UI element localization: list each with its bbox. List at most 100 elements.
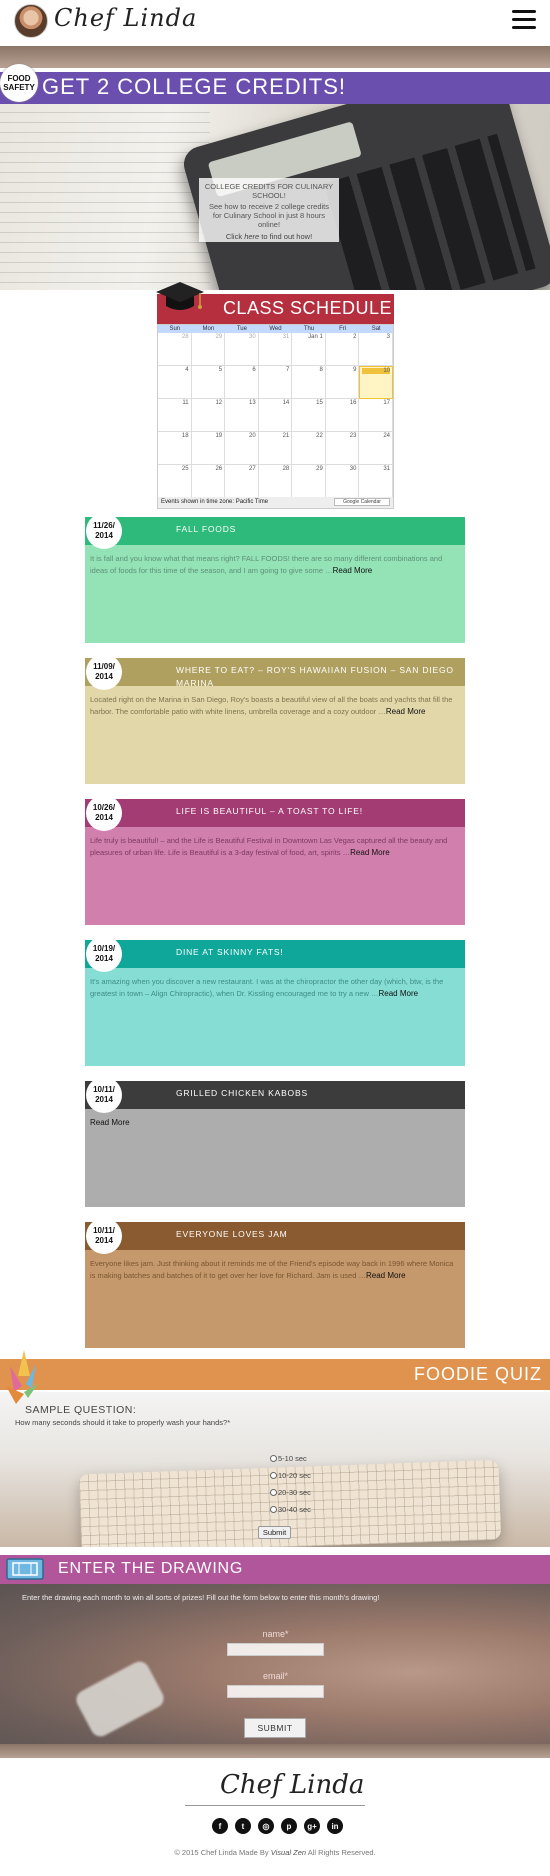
calendar-cell[interactable]: 25 [158, 465, 192, 498]
calendar-cell[interactable]: 14 [258, 399, 293, 432]
calendar-cell[interactable]: 16 [325, 399, 360, 432]
calendar-date: 5 [218, 367, 223, 373]
post-date-badge: 11/26/2014 [86, 513, 122, 549]
post-title-bar: DINE AT SKINNY FATS! [85, 940, 465, 968]
hamburger-menu-icon[interactable] [512, 10, 536, 30]
calendar-cell[interactable]: 10 [359, 366, 393, 399]
post-title[interactable]: DINE AT SKINNY FATS! [176, 946, 456, 959]
quiz-option[interactable]: 30-40 sec [270, 1501, 311, 1518]
linkedin-icon[interactable]: in [327, 1818, 343, 1834]
calendar-cell[interactable]: 30 [325, 465, 360, 498]
post-date-line-1: 11/09/ [93, 662, 115, 671]
quiz-submit-button[interactable]: Submit [258, 1526, 291, 1539]
calendar-cell[interactable]: 21 [258, 432, 293, 465]
read-more-link[interactable]: Read More [333, 566, 373, 575]
calendar-date: 9 [353, 367, 357, 373]
instagram-icon[interactable]: ◎ [258, 1818, 274, 1834]
calendar-cell[interactable]: 17 [359, 399, 393, 432]
calendar-cell[interactable]: 4 [158, 366, 192, 399]
site-logo[interactable]: Chef Linda [54, 4, 197, 32]
post-excerpt: Life truly is beautiful! – and the Life … [90, 836, 448, 857]
calendar-cell[interactable]: 8 [292, 366, 326, 399]
name-field[interactable] [227, 1643, 324, 1656]
drawing-title: ENTER THE DRAWING [58, 1560, 244, 1577]
calendar-cell[interactable]: 31 [359, 465, 393, 498]
calendar-cell[interactable]: 15 [292, 399, 326, 432]
calendar-cell[interactable]: 28 [158, 333, 192, 366]
calendar-cell[interactable]: 9 [325, 366, 360, 399]
schedule-calendar[interactable]: Sun Mon Tue Wed Thu Fri Sat 28 29 30 31 Jan 123456… [157, 324, 394, 509]
read-more-link[interactable]: Read More [350, 848, 390, 857]
radio-button[interactable] [270, 1455, 277, 1462]
twitter-icon[interactable]: t [235, 1818, 251, 1834]
post-date-badge: 10/11/2014 [86, 1077, 122, 1113]
calendar-cell[interactable]: 3 [359, 333, 393, 366]
ticket-icon [6, 1558, 44, 1580]
calendar-cell[interactable]: 13 [225, 399, 259, 432]
google-plus-icon[interactable]: g+ [304, 1818, 320, 1834]
post-title[interactable]: EVERYONE LOVES JAM [176, 1228, 456, 1241]
calendar-date: 26 [215, 466, 223, 472]
calendar-cell[interactable]: 19 [191, 432, 226, 465]
post-date-line-1: 11/26/ [93, 521, 115, 530]
calendar-cell[interactable]: 23 [325, 432, 360, 465]
post-date-line-2: 2014 [95, 1236, 113, 1245]
calendar-cell[interactable]: 6 [225, 366, 259, 399]
calendar-date: 12 [215, 400, 223, 406]
calendar-cell[interactable]: 31 [258, 333, 293, 366]
radio-button[interactable] [270, 1506, 277, 1513]
college-credits-box[interactable]: COLLEGE CREDITS FOR CULINARY SCHOOL! See… [199, 178, 339, 242]
avatar[interactable] [14, 4, 48, 38]
calendar-cell[interactable]: 20 [225, 432, 259, 465]
quiz-option[interactable]: 10-20 sec [270, 1467, 311, 1484]
read-more-link[interactable]: Read More [366, 1271, 406, 1280]
email-field[interactable] [227, 1685, 324, 1698]
here-link[interactable]: here [244, 232, 259, 241]
read-more-link[interactable]: Read More [378, 989, 418, 998]
calendar-cell[interactable]: 5 [191, 366, 226, 399]
calendar-cell[interactable]: 22 [292, 432, 326, 465]
calendar-cell[interactable]: 29 [191, 333, 226, 366]
calendar-date: 20 [249, 433, 256, 439]
calendar-date: 30 [349, 466, 357, 472]
post-date-line-2: 2014 [95, 672, 113, 681]
post-title[interactable]: LIFE IS BEAUTIFUL – A TOAST TO LIFE! [176, 805, 456, 818]
pinterest-icon[interactable]: p [281, 1818, 297, 1834]
read-more-link[interactable]: Read More [386, 707, 426, 716]
post-date-line-2: 2014 [95, 531, 113, 540]
facebook-icon[interactable]: f [212, 1818, 228, 1834]
calendar-date: 4 [185, 367, 189, 373]
calendar-cell[interactable]: 2 [325, 333, 360, 366]
drawing-submit-button[interactable]: SUBMIT [244, 1718, 306, 1738]
footer-logo[interactable]: Chef Linda [220, 1770, 364, 1800]
radio-button[interactable] [270, 1472, 277, 1479]
quiz-option[interactable]: 20-30 sec [270, 1484, 311, 1501]
calendar-cell[interactable]: 29 [292, 465, 326, 498]
calendar-cell[interactable]: 26 [191, 465, 226, 498]
calendar-date: 28 [181, 334, 189, 340]
calendar-cell[interactable]: 24 [359, 432, 393, 465]
box-link-line: Click here to find out how! [204, 232, 334, 241]
visual-zen-link[interactable]: Visual Zen [271, 1848, 306, 1857]
post-title-bar: GRILLED CHICKEN KABOBS [85, 1081, 465, 1109]
post-title[interactable]: FALL FOODS [176, 523, 456, 536]
calendar-cell[interactable]: 7 [258, 366, 293, 399]
google-calendar-button[interactable]: Google Calendar [334, 498, 390, 506]
post-title-bar: EVERYONE LOVES JAM [85, 1222, 465, 1250]
calendar-cell[interactable]: 18 [158, 432, 192, 465]
calendar-cell[interactable]: Jan 1 [292, 333, 326, 366]
calendar-cell[interactable]: 30 [225, 333, 259, 366]
calendar-cell[interactable]: 28 [258, 465, 293, 498]
quiz-option[interactable]: 5-10 sec [270, 1450, 311, 1467]
calendar-date: 14 [282, 400, 290, 406]
calendar-date: 31 [282, 334, 290, 340]
food-safety-badge: FOOD SAFETY [0, 64, 38, 102]
radio-button[interactable] [270, 1489, 277, 1496]
read-more-link[interactable]: Read More [90, 1118, 130, 1127]
drawing-description: Enter the drawing each month to win all … [22, 1593, 380, 1602]
post-title[interactable]: GRILLED CHICKEN KABOBS [176, 1087, 456, 1100]
calendar-cell[interactable]: 12 [191, 399, 226, 432]
post-date-badge: 10/26/2014 [86, 795, 122, 831]
calendar-cell[interactable]: 27 [225, 465, 259, 498]
calendar-cell[interactable]: 11 [158, 399, 192, 432]
